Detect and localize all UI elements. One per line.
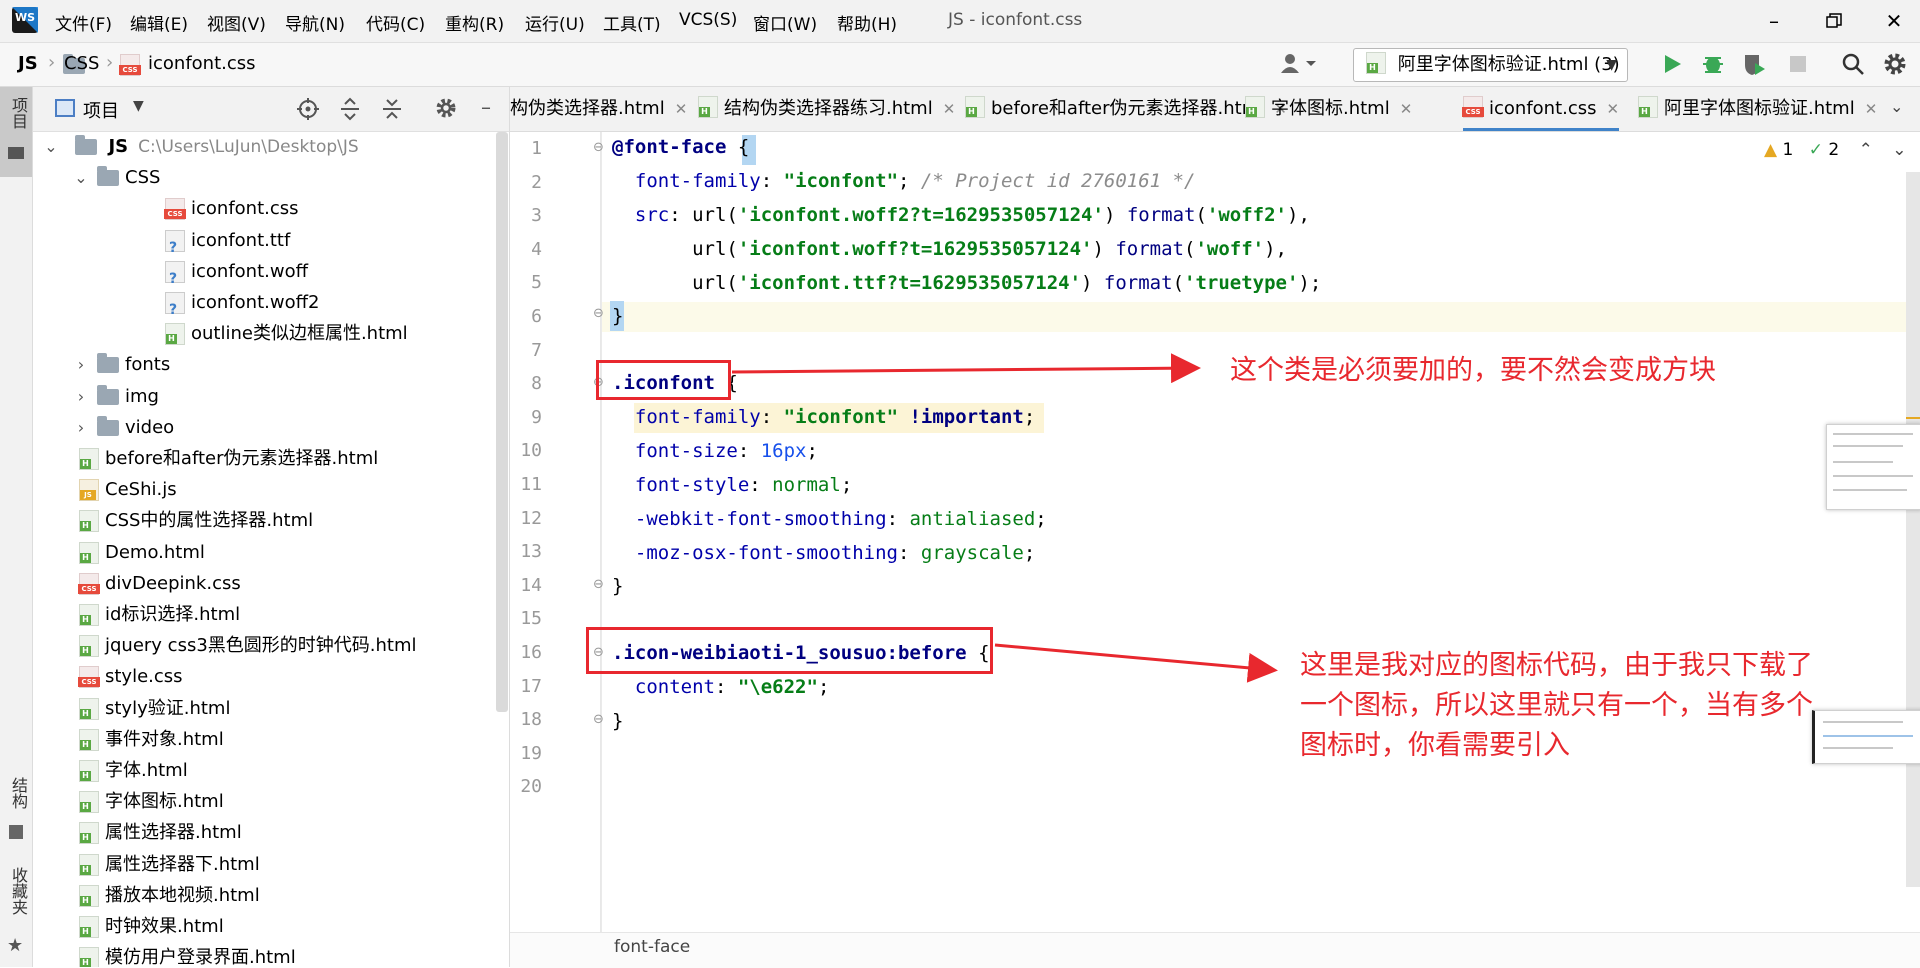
annotation-arrows bbox=[731, 353, 1278, 683]
thumbnail-preview bbox=[1826, 424, 1920, 510]
editor-breadcrumb-bar bbox=[510, 932, 1920, 968]
annotation-note-2-line-1: 这里是我对应的图标代码，由于我只下载了 bbox=[1300, 650, 1813, 681]
annotation-note-2-line-2: 一个图标，所以这里就只有一个，当有多个 bbox=[1300, 690, 1813, 721]
thumbnail-preview bbox=[1812, 710, 1920, 764]
code-breadcrumb[interactable]: font-face bbox=[614, 937, 690, 957]
annotation-note-1: 这个类是必须要加的，要不然会变成方块 bbox=[1230, 355, 1716, 386]
annotation-note-2-line-3: 图标时，你看需要引入 bbox=[1300, 730, 1570, 761]
